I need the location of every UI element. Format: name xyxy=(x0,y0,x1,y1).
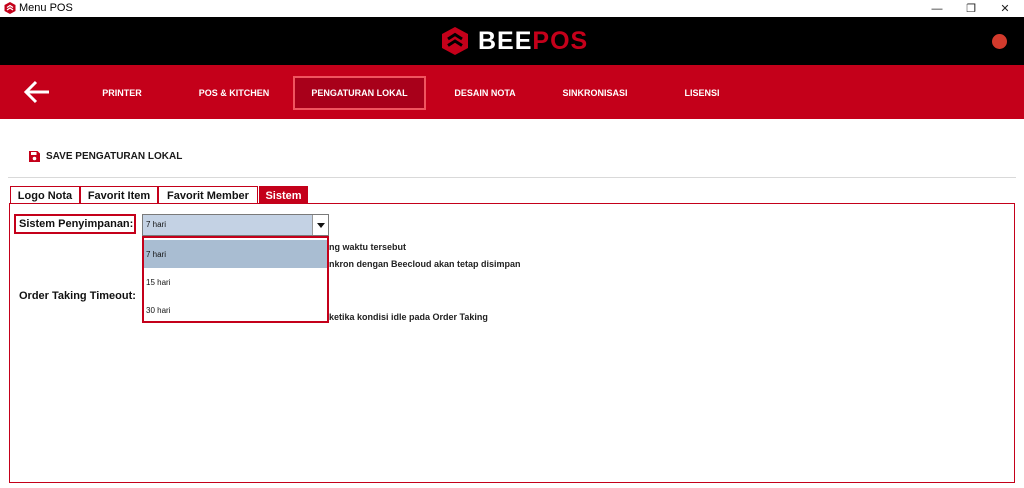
storage-label: Sistem Penyimpanan: xyxy=(14,214,136,234)
dropdown-option[interactable]: 7 hari xyxy=(144,240,327,268)
main-nav: PRINTER POS & KITCHEN PENGATURAN LOKAL D… xyxy=(0,65,1024,119)
order-timeout-description: ketika kondisi idle pada Order Taking xyxy=(329,312,488,322)
app-logo-icon xyxy=(4,2,16,14)
storage-dropdown-list: 7 hari 15 hari 30 hari xyxy=(142,236,329,323)
close-button[interactable]: ✕ xyxy=(988,0,1022,17)
nav-item-label: LISENSI xyxy=(684,88,720,98)
maximize-button[interactable]: ❐ xyxy=(954,0,988,17)
tab-favorit-item[interactable]: Favorit Item xyxy=(80,186,158,204)
close-icon: ✕ xyxy=(1000,3,1010,15)
tab-sistem[interactable]: Sistem xyxy=(259,186,308,204)
nav-item-pengaturan-lokal[interactable]: PENGATURAN LOKAL xyxy=(293,76,426,110)
tab-label: Logo Nota xyxy=(17,189,73,202)
back-arrow-icon[interactable] xyxy=(23,80,51,104)
brand-logo: BEEPOS xyxy=(440,25,588,57)
dropdown-option-label: 30 hari xyxy=(146,305,171,315)
minimize-button[interactable]: — xyxy=(920,0,954,17)
brand-wordmark-pos: POS xyxy=(532,27,589,55)
tab-favorit-member[interactable]: Favorit Member xyxy=(158,186,258,204)
nav-item-printer[interactable]: PRINTER xyxy=(96,77,148,109)
connection-status-dot xyxy=(992,34,1007,49)
nav-item-label: DESAIN NOTA xyxy=(454,88,516,98)
restore-icon: ❐ xyxy=(966,3,976,15)
nav-item-lisensi[interactable]: LISENSI xyxy=(678,77,726,109)
storage-select-value: 7 hari xyxy=(146,220,167,229)
storage-description-1: ng waktu tersebut xyxy=(329,242,407,252)
tab-label: Favorit Member xyxy=(167,189,249,202)
order-timeout-label: Order Taking Timeout: xyxy=(19,290,136,302)
nav-item-desain-nota[interactable]: DESAIN NOTA xyxy=(448,77,522,109)
dropdown-toggle[interactable] xyxy=(312,215,328,235)
nav-item-label: PRINTER xyxy=(102,88,142,98)
storage-select[interactable]: 7 hari xyxy=(142,214,329,236)
tab-label: Sistem xyxy=(265,189,302,202)
window-title: Menu POS xyxy=(19,2,73,14)
nav-item-label: POS & KITCHEN xyxy=(198,88,270,98)
tab-logo-nota[interactable]: Logo Nota xyxy=(10,186,80,204)
title-bar: Menu POS — ❐ ✕ xyxy=(0,0,1024,17)
brand-header: BEEPOS xyxy=(0,17,1024,65)
save-button-label: SAVE PENGATURAN LOKAL xyxy=(46,150,183,162)
dropdown-option[interactable]: 15 hari xyxy=(144,268,327,296)
nav-item-label: PENGATURAN LOKAL xyxy=(311,88,408,98)
app-window: Menu POS — ❐ ✕ BEEPOS PRINTER POS & KITC… xyxy=(0,0,1024,488)
nav-item-sinkronisasi[interactable]: SINKRONISASI xyxy=(555,77,635,109)
brand-wordmark-bee: BEE xyxy=(478,27,533,55)
beepos-hexagon-icon xyxy=(442,27,468,55)
caret-down-icon xyxy=(316,222,325,228)
nav-item-pos-kitchen[interactable]: POS & KITCHEN xyxy=(192,77,276,109)
save-button[interactable]: SAVE PENGATURAN LOKAL xyxy=(29,149,182,163)
tab-label: Favorit Item xyxy=(87,189,151,202)
floppy-disk-icon xyxy=(29,150,40,162)
storage-description-2: nkron dengan Beecloud akan tetap disimpa… xyxy=(329,259,521,269)
brand-wordmark: BEEPOS xyxy=(478,26,588,56)
dropdown-option-label: 15 hari xyxy=(146,277,171,287)
minimize-icon: — xyxy=(931,2,943,15)
nav-item-label: SINKRONISASI xyxy=(562,88,628,98)
divider xyxy=(8,177,1016,178)
dropdown-option-label: 7 hari xyxy=(146,249,167,259)
dropdown-option[interactable]: 30 hari xyxy=(144,296,327,324)
